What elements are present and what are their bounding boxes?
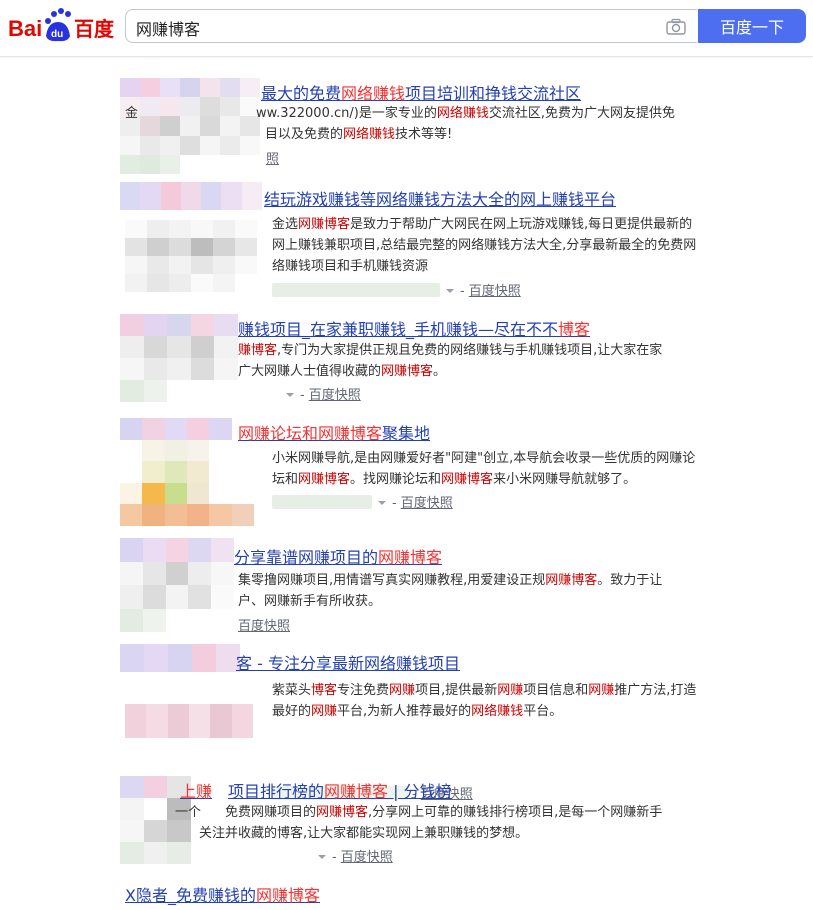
result-title[interactable]: 客 - 专注分享最新网络赚钱项目	[236, 650, 460, 674]
result-meta: - 百度快照	[282, 384, 361, 403]
dropdown-arrow-icon[interactable]	[378, 501, 386, 505]
snapshot-link[interactable]: 百度快照	[341, 850, 393, 865]
svg-text:百度: 百度	[74, 17, 115, 41]
result-abstract: 赚博客,专门为大家提供正规且免费的网络赚钱与手机赚钱项目,让大家在家 广大网赚人…	[238, 343, 663, 379]
result-item: 金最大的免费网络赚钱项目培训和挣钱交流社区 金ww.322000.cn/)是一家…	[0, 78, 813, 178]
snapshot-link[interactable]: 照	[266, 152, 279, 167]
search-input[interactable]: 网赚博客	[136, 16, 200, 40]
result-title[interactable]: 网赚论坛和网赚博客聚集地	[238, 420, 430, 444]
blurred-url	[272, 495, 372, 509]
search-input-box[interactable]: 网赚博客	[125, 9, 697, 43]
result-title[interactable]: 上赚 项目排行榜的网赚博客 | 分钱榜	[180, 778, 452, 802]
snapshot-link[interactable]: 百度快照	[309, 388, 361, 403]
blurred-thumbnail	[125, 220, 257, 292]
baidu-logo[interactable]: Bai du 百度	[8, 6, 118, 46]
result-meta: 百度快照	[238, 615, 290, 634]
blurred-url	[272, 283, 440, 297]
result-abstract: 小米网赚导航,是由网赚爱好者"阿建"创立,本导航会收录一些优质的网赚论坛和网赚博…	[272, 451, 696, 487]
result-item: 赚钱项目_在家兼职赚钱_手机赚钱—尽在不不博客 赚博客,专门为大家提供正规且免费…	[0, 314, 813, 404]
result-title[interactable]: 结玩游戏赚钱等网络赚钱方法大全的网上赚钱平台	[264, 186, 616, 210]
result-abstract: 集零撸网赚项目,用情谱写真实网赚教程,用爱建设正规网赚博客。致力于让 户、网赚新…	[238, 573, 663, 609]
snapshot-link[interactable]: 百度快照	[238, 619, 290, 634]
result-item: 网赚论坛和网赚博客聚集地 小米网赚导航,是由网赚爱好者"阿建"创立,本导航会收录…	[0, 418, 813, 528]
result-meta: - 百度快照	[374, 492, 453, 511]
result-meta: - 百度快照	[442, 280, 521, 299]
result-title[interactable]: 分享靠谱网赚项目的网赚博客	[234, 544, 442, 568]
svg-text:du: du	[51, 29, 63, 40]
blurred-thumbnail	[120, 418, 254, 526]
search-button[interactable]: 百度一下	[698, 9, 806, 43]
result-abstract: 金选网赚博客是致力于帮助广大网民在网上玩游戏赚钱,每日更提供最新的网上赚钱兼职项…	[272, 217, 697, 274]
dropdown-arrow-icon[interactable]	[286, 393, 294, 397]
result-abstract: 一个 免费网赚项目的网赚博客,分享网上可靠的赚钱排行榜项目,是每一个网赚新手 关注…	[175, 805, 663, 841]
result-title[interactable]: 赚钱项目_在家兼职赚钱_手机赚钱—尽在不不博客	[238, 316, 590, 340]
result-title[interactable]: X隐者_免费赚钱的网赚博客	[125, 882, 320, 906]
dropdown-arrow-icon[interactable]	[318, 855, 326, 859]
result-item: 分享靠谱网赚项目的网赚博客 集零撸网赚项目,用情谱写真实网赚教程,用爱建设正规网…	[0, 538, 813, 638]
result-item: 结玩游戏赚钱等网络赚钱方法大全的网上赚钱平台 金选网赚博客是致力于帮助广大网民在…	[0, 182, 813, 302]
result-abstract: 紫菜头博客专注免费网赚项目,提供最新网赚项目信息和网赚推广方法,打造最好的网赚平…	[272, 683, 697, 719]
blurred-thumbnail	[125, 704, 253, 738]
camera-icon[interactable]	[665, 16, 687, 38]
result-meta: 照	[266, 148, 279, 167]
result-meta: - 百度快照	[314, 846, 393, 865]
results-list: 金最大的免费网络赚钱项目培训和挣钱交流社区 金ww.322000.cn/)是一家…	[0, 60, 813, 906]
result-item: 上赚 项目排行榜的网赚博客 | 分钱榜 一个 免费网赚项目的网赚博客,分享网上可靠的…	[0, 776, 813, 876]
result-item: 客 - 专注分享最新网络赚钱项目 紫菜头博客专注免费网赚项目,提供最新网赚项目信…	[0, 644, 813, 802]
snapshot-link[interactable]: 百度快照	[469, 284, 521, 299]
blurred-header	[120, 182, 262, 210]
top-header: Bai du 百度 网赚博客 百度一下	[0, 0, 813, 57]
blurred-thumbnail	[120, 314, 238, 402]
svg-text:Bai: Bai	[8, 16, 42, 41]
result-abstract: 金 ww.322000.cn/)是一家专业的网络赚钱交流社区,免费为广大网友提供免…	[125, 106, 675, 142]
dropdown-arrow-icon[interactable]	[446, 289, 454, 293]
blurred-thumbnail	[120, 538, 234, 632]
snapshot-link[interactable]: 百度快照	[401, 496, 453, 511]
blurred-header	[120, 644, 240, 672]
